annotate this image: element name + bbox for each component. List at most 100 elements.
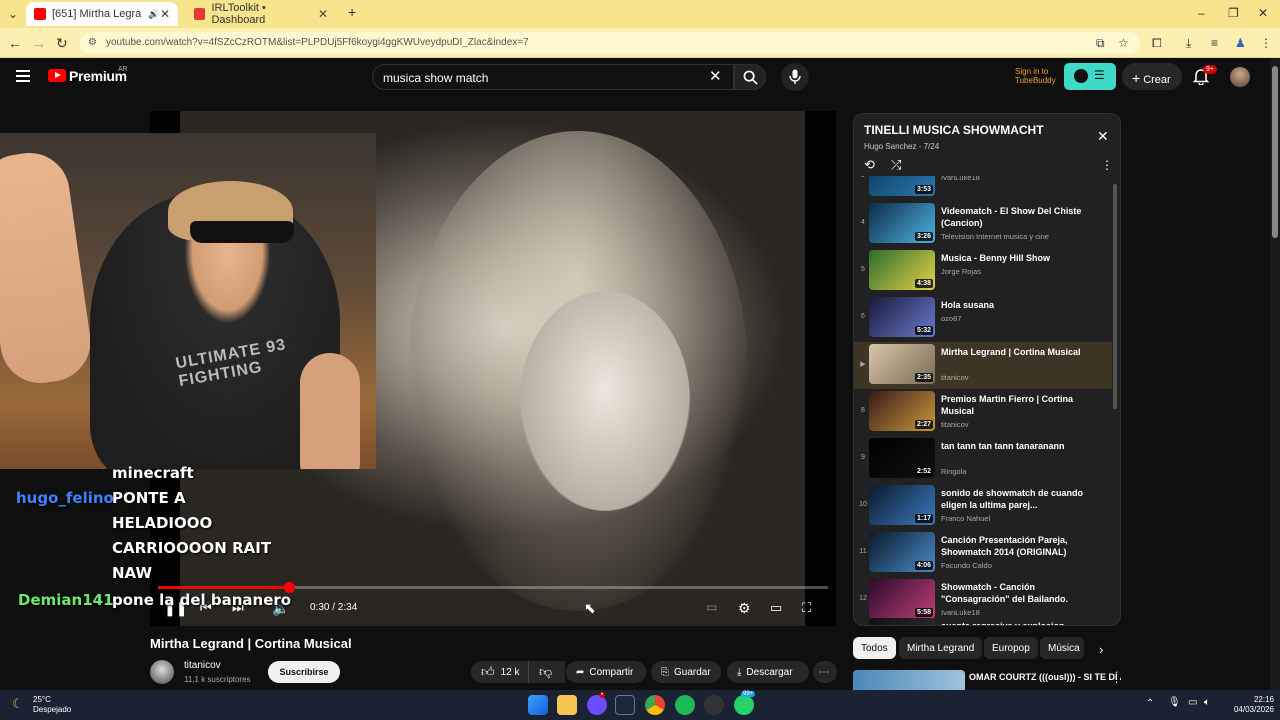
playlist-item-title[interactable]: Musica - Benny Hill Show bbox=[941, 252, 1086, 264]
more-actions-button[interactable]: ⋯ bbox=[813, 661, 837, 683]
system-clock[interactable]: 22:16 04/03/2026 bbox=[1222, 695, 1274, 715]
maximize-icon[interactable]: ❐ bbox=[1228, 6, 1239, 20]
steam-icon[interactable] bbox=[615, 695, 635, 715]
browser-tab-youtube[interactable]: [651] Mirtha Legrand | Cortin 🔊 ✕ bbox=[26, 2, 178, 26]
youtube-logo-icon[interactable] bbox=[48, 69, 66, 82]
fullscreen-icon[interactable]: ⛶ bbox=[802, 600, 811, 616]
recommended-menu-icon[interactable]: ⋮ bbox=[1111, 672, 1121, 685]
playlist-thumbnail[interactable]: 2:27 bbox=[869, 391, 935, 431]
page-scrollbar[interactable] bbox=[1270, 58, 1280, 690]
subscribe-button[interactable]: Suscribirse bbox=[268, 661, 340, 683]
audio-playing-icon[interactable]: 🔊 bbox=[148, 9, 159, 20]
playlist-item-title[interactable]: Hola susana bbox=[941, 299, 1086, 311]
reload-icon[interactable]: ↻ bbox=[56, 35, 68, 52]
theater-mode-icon[interactable]: ▭ bbox=[770, 600, 782, 616]
settings-gear-icon[interactable]: ⚙ bbox=[738, 600, 751, 617]
forward-icon[interactable]: → bbox=[32, 35, 46, 51]
start-menu-icon[interactable] bbox=[528, 695, 548, 715]
playlist-item-title[interactable]: Showmatch - Canción "Consagración" del B… bbox=[941, 581, 1086, 605]
discord-icon[interactable] bbox=[587, 695, 607, 715]
chrome-icon[interactable] bbox=[645, 695, 665, 715]
playlist-thumbnail[interactable]: 2:35 bbox=[869, 344, 935, 384]
new-tab-button[interactable]: + bbox=[348, 4, 356, 20]
close-tab-icon[interactable]: ✕ bbox=[318, 7, 328, 21]
playlist-thumbnail[interactable]: 2:52 bbox=[869, 438, 935, 478]
playlist-thumbnail[interactable]: 4:38 bbox=[869, 250, 935, 290]
download-button[interactable]: ⤓ Descargar bbox=[727, 661, 809, 683]
back-icon[interactable]: ← bbox=[8, 35, 22, 51]
search-input[interactable]: musica show match bbox=[372, 64, 734, 90]
playlist-item[interactable]: 9 2:52 tan tann tan tann tanaranann Ringola bbox=[854, 436, 1112, 483]
subtitles-icon[interactable]: ▭ bbox=[706, 600, 717, 614]
tray-expand-icon[interactable]: ⌃ bbox=[1146, 698, 1154, 709]
recommended-video[interactable]: OMAR COURTZ (((ousl))) - SI TE DÍ A 'CON… bbox=[853, 670, 1121, 690]
browser-tab-irltoolkit[interactable]: IRLToolkit • Dashboard ✕ bbox=[186, 2, 336, 26]
downloads-icon[interactable]: ⤓ bbox=[1186, 36, 1191, 51]
weather-moon-icon[interactable]: ☾ bbox=[12, 696, 24, 712]
share-button[interactable]: ➦ Compartir bbox=[566, 661, 646, 683]
progress-bar[interactable] bbox=[158, 582, 828, 593]
chip-all[interactable]: Todos bbox=[853, 637, 896, 659]
playlist-thumbnail[interactable]: 3:53 bbox=[869, 176, 935, 196]
whatsapp-icon[interactable] bbox=[734, 695, 754, 715]
search-button[interactable] bbox=[734, 64, 766, 90]
shuffle-icon[interactable]: ⤮ bbox=[891, 157, 901, 173]
channel-name[interactable]: titanicov bbox=[184, 660, 221, 671]
tubebuddy-button[interactable]: ☰ bbox=[1064, 63, 1116, 90]
minimize-icon[interactable]: – bbox=[1198, 6, 1205, 20]
tubebuddy-signin-link[interactable]: Sign in to TubeBuddy bbox=[1005, 67, 1061, 85]
media-control-icon[interactable]: ≡ bbox=[1211, 36, 1218, 50]
playlist-title[interactable]: TINELLI MUSICA SHOWMACHT bbox=[864, 123, 1044, 137]
profile-icon[interactable]: ♟ bbox=[1235, 36, 1246, 50]
file-explorer-icon[interactable] bbox=[557, 695, 577, 715]
playlist-item[interactable]: 6 5:32 Hola susana ozo87 bbox=[854, 295, 1112, 342]
tab-list-chevron-icon[interactable]: ⌄ bbox=[8, 7, 18, 21]
channel-avatar[interactable] bbox=[150, 660, 174, 684]
chip-musica[interactable]: Música bbox=[1040, 637, 1084, 659]
playlist-item[interactable]: cuenta regresiva y explosion bbox=[854, 616, 1112, 625]
playlist-item-title[interactable]: tan tann tan tann tanaranann bbox=[941, 440, 1086, 452]
chips-next-icon[interactable]: › bbox=[1099, 642, 1103, 657]
playlist-item-title[interactable]: Videomatch - El Show Del Chiste (Cancion… bbox=[941, 205, 1086, 229]
close-tab-icon[interactable]: ✕ bbox=[160, 7, 170, 21]
browser-menu-icon[interactable]: ⋮ bbox=[1260, 36, 1272, 50]
bookmark-star-icon[interactable]: ☆ bbox=[1118, 36, 1129, 50]
playlist-thumbnail[interactable]: 1:17 bbox=[869, 485, 935, 525]
window-close-icon[interactable]: ✕ bbox=[1258, 6, 1268, 20]
install-app-icon[interactable]: ⧉ bbox=[1096, 36, 1105, 51]
extensions-icon[interactable]: ⧠ bbox=[1152, 36, 1162, 51]
playlist-thumbnail[interactable]: 5:58 bbox=[869, 579, 935, 619]
playlist-item[interactable]: 11 4:06 Canción Presentación Pareja, Showm… bbox=[854, 530, 1112, 577]
playlist-thumbnail[interactable]: 3:26 bbox=[869, 203, 935, 243]
playlist-item-title[interactable]: Canción Presentación Pareja, Showmatch 2… bbox=[941, 534, 1086, 558]
save-button[interactable]: ⎘ Guardar bbox=[651, 661, 721, 683]
playlist-item[interactable]: 5 4:38 Musica - Benny Hill Show Jorge Rojas bbox=[854, 248, 1112, 295]
url-field[interactable]: ⚙ youtube.com/watch?v=4fSZcCzROTM&list=P… bbox=[80, 32, 1140, 54]
playlist-item[interactable]: 4 3:26 Videomatch - El Show Del Chiste (Ca… bbox=[854, 201, 1112, 248]
dislike-button[interactable]: 👎︎ bbox=[528, 661, 564, 683]
playlist-thumbnail[interactable] bbox=[869, 618, 935, 625]
playlist-item-current[interactable]: ▶ 2:35 Mirtha Legrand | Cortina Musical tit… bbox=[854, 342, 1112, 389]
voice-search-button[interactable] bbox=[781, 63, 809, 91]
playlist-item[interactable]: 8 2:27 Premios Martin Fierro | Cortina Mus… bbox=[854, 389, 1112, 436]
account-avatar[interactable] bbox=[1230, 67, 1250, 87]
obs-icon[interactable] bbox=[704, 695, 724, 715]
site-info-icon[interactable]: ⚙ bbox=[88, 37, 97, 48]
weather-widget[interactable]: 25°C Despejado bbox=[33, 695, 71, 715]
playlist-menu-icon[interactable]: ⋮ bbox=[1101, 158, 1113, 172]
playlist-item-title[interactable]: sonido de showmatch de cuando eligen la … bbox=[941, 487, 1086, 511]
page-scrollbar-thumb[interactable] bbox=[1272, 66, 1278, 238]
chip-mirtha-legrand[interactable]: Mirtha Legrand bbox=[899, 637, 983, 659]
playlist-item[interactable]: 33:53"Previas" del BailandoIvanLuke18 bbox=[854, 176, 1112, 201]
playlist-scrollbar[interactable] bbox=[1113, 184, 1117, 409]
playlist-item[interactable]: 10 1:17 sonido de showmatch de cuando elig… bbox=[854, 483, 1112, 530]
playlist-thumbnail[interactable]: 4:06 bbox=[869, 532, 935, 572]
playlist-item-title[interactable]: cuenta regresiva y explosion bbox=[941, 620, 1086, 625]
tray-network-icon[interactable]: ▭ bbox=[1188, 697, 1197, 708]
loop-icon[interactable]: ⟲ bbox=[864, 157, 875, 173]
playlist-item-title[interactable]: Mirtha Legrand | Cortina Musical bbox=[941, 346, 1086, 358]
playlist-item-title[interactable]: Premios Martin Fierro | Cortina Musical bbox=[941, 393, 1086, 417]
clear-search-icon[interactable]: ✕ bbox=[709, 67, 722, 85]
tray-volume-icon[interactable]: 🔈︎ bbox=[1204, 697, 1210, 708]
spotify-icon[interactable] bbox=[675, 695, 695, 715]
